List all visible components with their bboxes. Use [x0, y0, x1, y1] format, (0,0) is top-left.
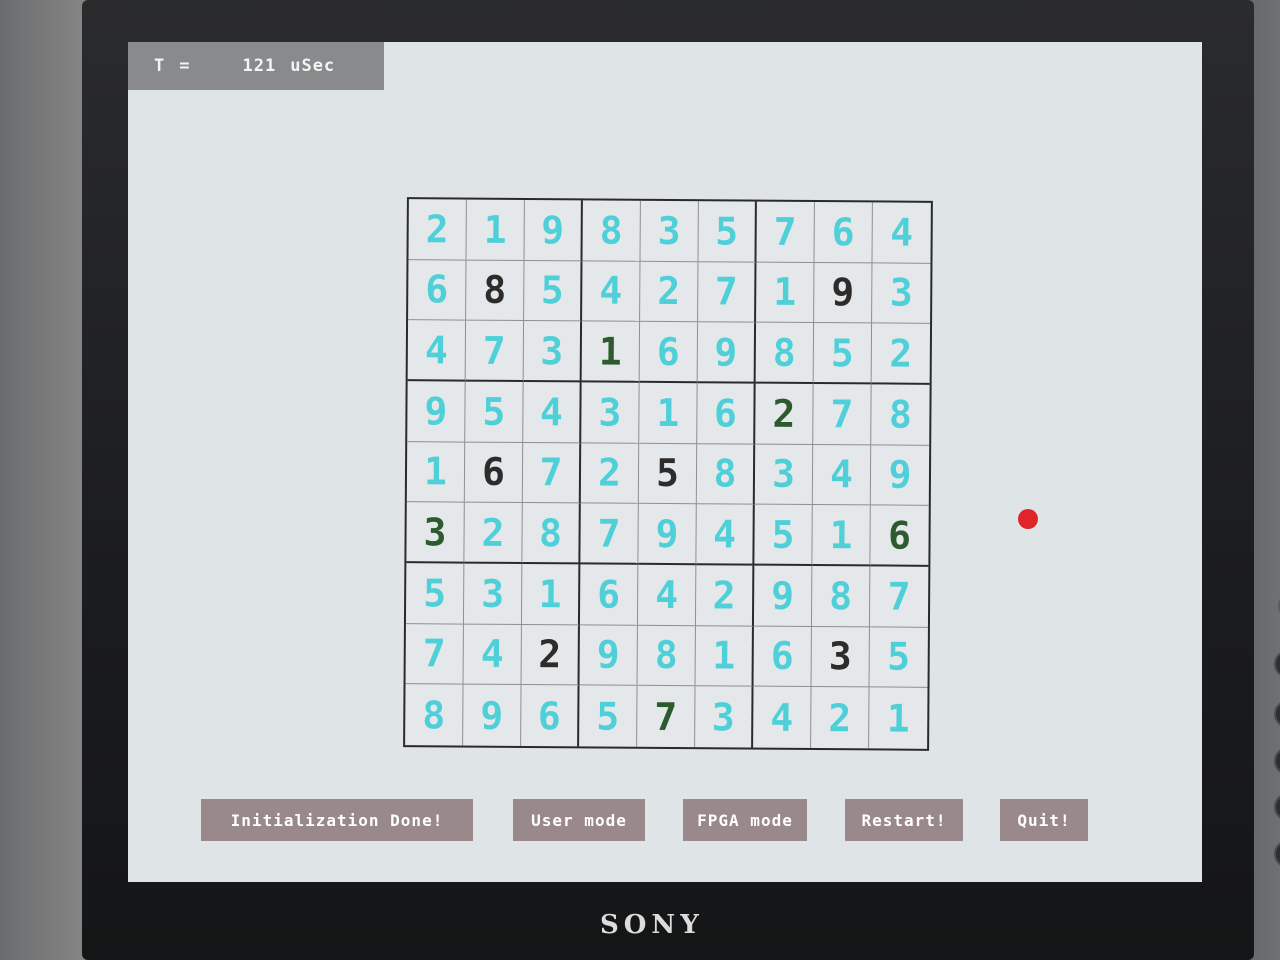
sudoku-cell[interactable]: 9 [638, 504, 697, 566]
sudoku-cell[interactable]: 9 [463, 684, 522, 746]
sudoku-cell[interactable]: 8 [582, 200, 641, 262]
sudoku-cell[interactable]: 4 [407, 320, 467, 382]
fpga-mode-button[interactable]: FPGA mode [683, 799, 807, 841]
sudoku-cell[interactable]: 9 [697, 322, 757, 384]
sudoku-cell[interactable]: 6 [814, 202, 873, 264]
sudoku-cell[interactable]: 5 [813, 323, 873, 385]
mouse-cursor-dot [1018, 509, 1038, 529]
sudoku-cell[interactable]: 2 [408, 199, 467, 261]
timer-label: T [154, 56, 166, 76]
sudoku-cell[interactable]: 4 [812, 444, 872, 506]
sudoku-cell[interactable]: 2 [811, 687, 870, 749]
sudoku-cell[interactable]: 4 [582, 261, 641, 323]
sudoku-cell[interactable]: 7 [869, 566, 929, 628]
sudoku-cell[interactable]: 5 [698, 201, 757, 263]
sudoku-cell[interactable]: 7 [465, 320, 525, 382]
sudoku-cell[interactable]: 2 [580, 443, 640, 505]
sudoku-cell[interactable]: 6 [464, 442, 524, 504]
quit-button[interactable]: Quit! [1000, 799, 1088, 841]
sudoku-board: 2198357646854271934731698529543162781672… [403, 197, 933, 751]
sudoku-cell[interactable]: 1 [639, 382, 698, 444]
sudoku-cell[interactable]: 1 [581, 321, 641, 383]
sudoku-cell[interactable]: 7 [756, 201, 815, 263]
user-mode-button[interactable]: User mode [513, 799, 645, 841]
sudoku-cell[interactable]: 6 [408, 259, 467, 321]
sudoku-cell[interactable]: 8 [871, 384, 930, 446]
sudoku-cell[interactable]: 6 [697, 383, 756, 445]
timer-value: 121 [242, 56, 277, 76]
sudoku-cell[interactable]: 8 [811, 566, 871, 628]
timer-display: T = 121 uSec [128, 42, 384, 90]
sudoku-cell[interactable]: 7 [698, 261, 757, 323]
sudoku-cell[interactable]: 6 [753, 626, 812, 688]
sudoku-cell[interactable]: 7 [522, 442, 582, 504]
sudoku-cell[interactable]: 4 [637, 564, 697, 626]
sudoku-cell[interactable]: 6 [579, 564, 639, 626]
sudoku-cell[interactable]: 1 [695, 625, 754, 687]
sudoku-cell[interactable]: 4 [696, 504, 755, 566]
sudoku-cell[interactable]: 3 [640, 200, 699, 262]
sudoku-cell[interactable]: 2 [695, 565, 755, 627]
sudoku-cell[interactable]: 5 [638, 443, 698, 505]
sudoku-cell[interactable]: 3 [463, 563, 523, 625]
sudoku-cell[interactable]: 8 [755, 322, 815, 385]
sudoku-cell[interactable]: 7 [405, 623, 464, 685]
sudoku-cell[interactable]: 9 [579, 625, 638, 687]
sudoku-cell[interactable]: 9 [814, 262, 873, 324]
sudoku-cell[interactable]: 4 [753, 686, 812, 749]
restart-button[interactable]: Restart! [845, 799, 963, 841]
sudoku-cell[interactable]: 5 [465, 381, 524, 443]
sudoku-app-screen: T = 121 uSec 219835764685427193473169852… [128, 42, 1202, 882]
sudoku-cell[interactable]: 5 [524, 260, 583, 322]
sudoku-cell[interactable]: 1 [406, 441, 466, 503]
sudoku-cell[interactable]: 3 [406, 502, 465, 564]
sudoku-cell[interactable]: 3 [754, 444, 814, 506]
sudoku-cell[interactable]: 2 [755, 383, 814, 445]
initialization-done-button[interactable]: Initialization Done! [201, 799, 473, 841]
sudoku-cell[interactable]: 1 [756, 262, 815, 324]
sony-logo: SONY [600, 910, 704, 940]
sudoku-cell[interactable]: 2 [640, 261, 699, 323]
sudoku-cell[interactable]: 7 [813, 384, 872, 446]
sudoku-cell[interactable]: 2 [871, 323, 931, 385]
sudoku-cell[interactable]: 9 [870, 445, 930, 507]
timer-equals: = [179, 56, 191, 76]
sudoku-cell[interactable]: 3 [872, 263, 931, 325]
sudoku-cell[interactable]: 8 [466, 260, 525, 322]
sudoku-cell[interactable]: 4 [523, 381, 582, 444]
sudoku-cell[interactable]: 8 [696, 443, 756, 505]
sudoku-cell[interactable]: 8 [522, 503, 581, 565]
sudoku-cell[interactable]: 1 [466, 199, 525, 261]
sudoku-cell[interactable]: 8 [637, 625, 696, 687]
sudoku-cell[interactable]: 5 [579, 685, 638, 747]
sudoku-cell[interactable]: 5 [754, 504, 813, 567]
sudoku-cell[interactable]: 9 [524, 199, 583, 262]
sudoku-cell[interactable]: 9 [753, 565, 813, 627]
timer-unit: uSec [290, 56, 336, 76]
sudoku-cell[interactable]: 4 [872, 202, 931, 264]
sudoku-cell[interactable]: 3 [695, 686, 754, 748]
sudoku-cell[interactable]: 4 [463, 624, 522, 686]
sudoku-cell[interactable]: 5 [869, 627, 928, 689]
sudoku-cell[interactable]: 9 [407, 381, 466, 443]
sudoku-cell[interactable]: 2 [521, 624, 580, 686]
sudoku-cell[interactable]: 6 [870, 505, 929, 567]
sudoku-cell[interactable]: 1 [521, 563, 581, 626]
sudoku-cell[interactable]: 3 [581, 382, 640, 444]
sudoku-cell[interactable]: 3 [523, 321, 583, 383]
sudoku-cell[interactable]: 7 [580, 503, 639, 565]
sudoku-cell[interactable]: 6 [639, 322, 699, 384]
sudoku-cell[interactable]: 2 [464, 502, 523, 564]
sudoku-cell[interactable]: 5 [405, 563, 465, 625]
sudoku-cell[interactable]: 7 [637, 686, 696, 748]
sudoku-cell[interactable]: 6 [521, 685, 580, 747]
sudoku-cell[interactable]: 3 [811, 626, 870, 688]
sudoku-cell[interactable]: 1 [869, 688, 927, 749]
sudoku-cell[interactable]: 1 [812, 505, 871, 567]
sudoku-cell[interactable]: 8 [405, 684, 464, 746]
